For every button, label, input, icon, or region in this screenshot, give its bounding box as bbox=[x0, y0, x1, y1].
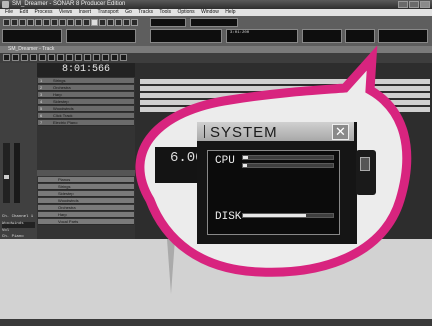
cpu-meter-1-fill bbox=[243, 156, 248, 159]
disk-meter bbox=[242, 213, 334, 218]
cpu-meter-1 bbox=[242, 155, 334, 160]
zoom-right-button[interactable] bbox=[360, 157, 370, 171]
system-meters: CPU DISK bbox=[207, 150, 340, 235]
close-icon[interactable]: ✕ bbox=[332, 124, 349, 140]
header-divider bbox=[204, 125, 205, 138]
cpu-label: CPU bbox=[215, 155, 235, 167]
disk-label: DISK bbox=[215, 211, 242, 223]
cpu-meter-2 bbox=[242, 163, 334, 168]
disk-meter-fill bbox=[243, 214, 306, 217]
cpu-meter-2-fill bbox=[243, 164, 247, 167]
system-panel-title: SYSTEM bbox=[210, 124, 278, 141]
